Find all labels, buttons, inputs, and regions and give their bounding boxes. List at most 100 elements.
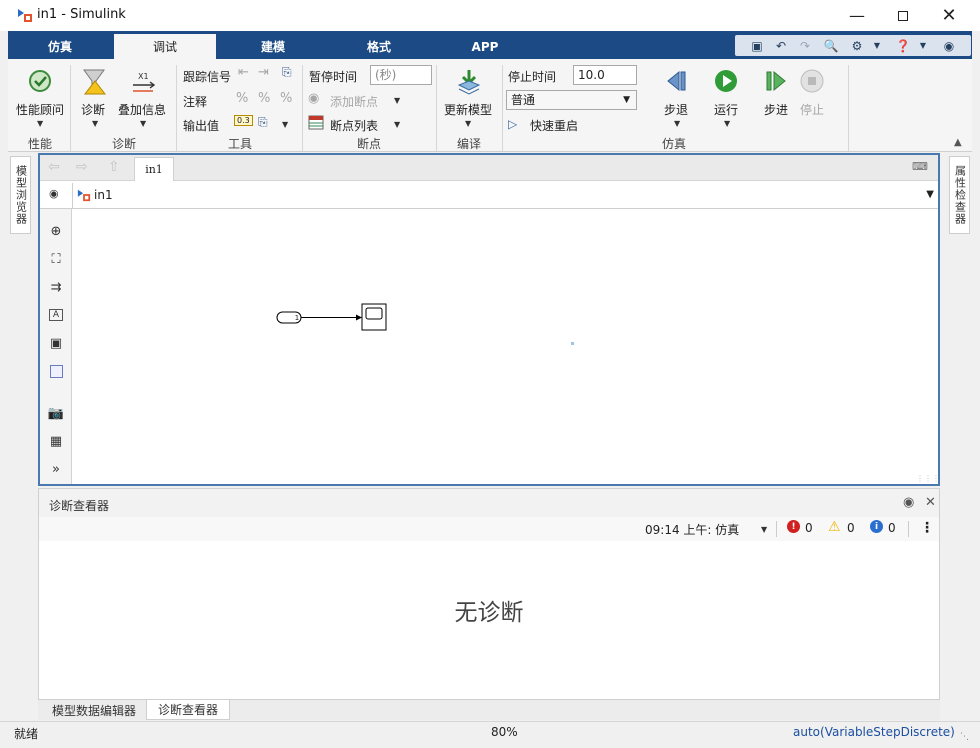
stop-time-input[interactable]: 10.0: [573, 65, 637, 85]
model-tab-in1[interactable]: in1: [134, 157, 174, 181]
info-icon[interactable]: i: [870, 520, 883, 533]
annotate-percent-icon[interactable]: %: [236, 91, 248, 106]
up-level-icon[interactable]: ⇧: [108, 159, 120, 175]
separator: [502, 65, 503, 151]
help-dropdown-icon[interactable]: ▼: [913, 37, 933, 54]
warning-icon[interactable]: ⚠: [828, 519, 841, 535]
close-panel-icon[interactable]: ✕: [925, 495, 936, 510]
tab-debug[interactable]: 调试: [114, 34, 216, 59]
keyboard-icon[interactable]: ⌨: [912, 160, 928, 173]
route-lines-icon[interactable]: ⇉: [46, 277, 66, 297]
maximize-button[interactable]: [880, 0, 926, 31]
breakpoint-list-icon[interactable]: [308, 115, 324, 130]
diagnose-button[interactable]: [80, 67, 110, 97]
overlay-info-dropdown-icon[interactable]: ▼: [140, 119, 146, 128]
forward-icon[interactable]: ⇨: [76, 159, 88, 175]
title-bar: in1 - Simulink — ✕: [0, 0, 980, 31]
panel-options-icon[interactable]: ◉: [903, 495, 914, 510]
fast-restart-icon[interactable]: ▷: [508, 117, 517, 131]
breadcrumb[interactable]: in1 ▼: [72, 183, 938, 208]
tab-simulation[interactable]: 仿真: [26, 34, 94, 59]
overlay-info-button[interactable]: X1: [130, 69, 158, 95]
save-icon[interactable]: ▣: [747, 37, 767, 54]
zoom-in-icon[interactable]: ⊕: [46, 221, 66, 241]
back-icon[interactable]: ⇦: [48, 159, 60, 175]
remove-value-label-icon[interactable]: ⎘: [258, 115, 268, 130]
find-model-icon[interactable]: ⚙: [847, 37, 867, 54]
step-back-dropdown-icon[interactable]: ▼: [674, 119, 680, 128]
diagnose-dropdown-icon[interactable]: ▼: [92, 119, 98, 128]
tab-apps[interactable]: APP: [450, 34, 520, 59]
undo-icon[interactable]: ↶: [771, 37, 791, 54]
stop-time-label: 停止时间: [508, 70, 557, 84]
run-button[interactable]: [713, 68, 739, 94]
annotate-label[interactable]: 注释: [183, 93, 207, 110]
add-breakpoint-label[interactable]: 添加断点: [330, 93, 378, 110]
output-value-dropdown-icon[interactable]: ▼: [282, 120, 288, 129]
trace-back-icon[interactable]: ⇤: [238, 65, 249, 80]
run-label: 运行: [714, 103, 739, 117]
add-breakpoint-dropdown-icon[interactable]: ▼: [394, 96, 400, 105]
pause-time-input[interactable]: (秒): [370, 65, 432, 85]
run-dropdown-icon[interactable]: ▼: [724, 119, 730, 128]
scope-block[interactable]: [361, 303, 387, 331]
resize-grip-icon[interactable]: ⋮⋮⋮: [916, 474, 940, 483]
breakpoint-list-dropdown-icon[interactable]: ▼: [394, 120, 400, 129]
step-forward-icon: [766, 70, 786, 92]
help-icon[interactable]: ❓: [893, 37, 913, 54]
performance-advisor-dropdown-icon[interactable]: ▼: [37, 119, 43, 128]
close-button[interactable]: ✕: [926, 0, 972, 31]
remove-trace-icon[interactable]: ⎘: [282, 65, 292, 80]
quick-access-toolbar: ▣ ↶ ↷ 🔍 ⚙ ▼ ❓ ▼ ◉: [735, 35, 971, 56]
output-value-label[interactable]: 输出值: [183, 117, 219, 134]
update-model-button[interactable]: [455, 67, 483, 97]
trace-forward-icon[interactable]: ⇥: [258, 65, 269, 80]
update-model-icon: [457, 70, 481, 95]
tab-modeling[interactable]: 建模: [238, 34, 308, 59]
expand-ribbon-icon[interactable]: ◉: [939, 37, 959, 54]
separator: [176, 65, 177, 151]
status-bar: 就绪 80% auto(VariableStepDiscrete) ⋱: [0, 721, 980, 748]
value-label-badge[interactable]: 0.3: [234, 115, 253, 126]
redo-icon[interactable]: ↷: [795, 37, 815, 54]
run-select-dropdown-icon[interactable]: ▼: [761, 525, 767, 534]
simulation-mode-select[interactable]: 普通 ▼: [506, 90, 637, 110]
tab-diagnostic-viewer[interactable]: 诊断查看器: [146, 700, 230, 720]
screenshot-icon[interactable]: 📷: [46, 403, 66, 423]
resize-grip-icon[interactable]: ⋱: [960, 732, 969, 742]
status-state: 就绪: [14, 727, 39, 741]
solver-link[interactable]: auto(VariableStepDiscrete): [793, 725, 955, 739]
performance-advisor-icon: [29, 70, 51, 92]
find-dropdown-icon[interactable]: ▼: [867, 37, 887, 54]
canvas-marker: [571, 342, 574, 345]
tab-format[interactable]: 格式: [344, 34, 414, 59]
annotate-percent-arrow-icon[interactable]: %: [258, 91, 270, 106]
hide-explorer-icon[interactable]: ◉: [49, 187, 59, 200]
performance-advisor-button[interactable]: [26, 67, 56, 97]
stop-button[interactable]: [799, 68, 825, 94]
annotate-clear-icon[interactable]: %: [280, 91, 292, 106]
fit-to-view-icon[interactable]: ⛶: [46, 249, 66, 269]
breakpoint-list-label[interactable]: 断点列表: [330, 117, 378, 134]
fast-restart-label[interactable]: 快速重启: [530, 117, 578, 134]
step-forward-button[interactable]: [763, 68, 789, 94]
step-back-button[interactable]: [664, 68, 690, 94]
add-breakpoint-icon[interactable]: ◉: [308, 91, 319, 106]
area-icon[interactable]: [46, 361, 66, 381]
property-inspector-icon[interactable]: ▦: [46, 431, 66, 451]
minimize-button[interactable]: —: [834, 0, 880, 31]
update-model-dropdown-icon[interactable]: ▼: [465, 119, 471, 128]
more-tools-icon[interactable]: »: [46, 459, 66, 479]
trace-signal-label[interactable]: 跟踪信号: [183, 68, 231, 85]
annotation-icon[interactable]: A: [49, 309, 63, 321]
collapse-ribbon-icon[interactable]: ▲: [954, 137, 962, 148]
image-icon[interactable]: ▣: [46, 333, 66, 353]
tab-model-data-editor[interactable]: 模型数据编辑器: [42, 700, 146, 720]
breadcrumb-dropdown-icon[interactable]: ▼: [926, 189, 934, 200]
search-icon[interactable]: 🔍: [821, 37, 841, 54]
more-options-icon[interactable]: ⋮: [920, 520, 934, 536]
model-browser-tab[interactable]: 模型浏览器: [10, 156, 31, 234]
error-icon[interactable]: !: [787, 520, 800, 533]
step-back-label: 步退: [664, 103, 689, 117]
property-inspector-tab[interactable]: 属性检查器: [949, 156, 970, 234]
